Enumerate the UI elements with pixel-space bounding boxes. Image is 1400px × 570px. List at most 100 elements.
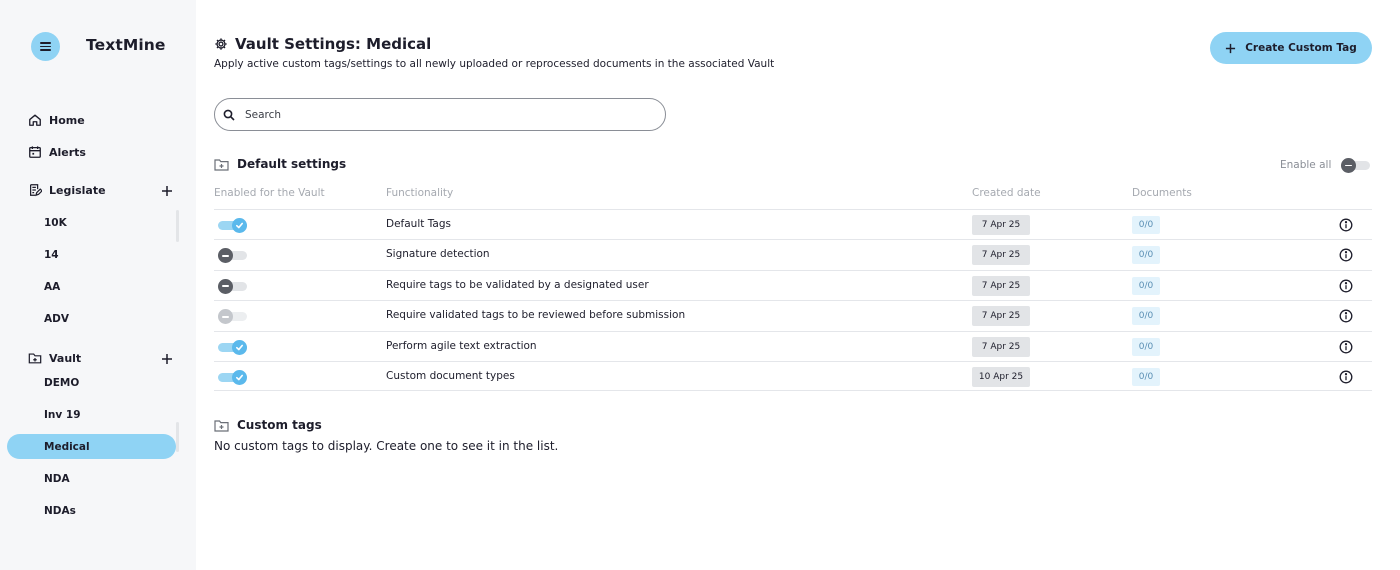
column-header-functionality: Functionality	[386, 187, 454, 199]
sidebar: TextMine Home Alerts Legislate 10K 14 AA…	[0, 0, 196, 570]
table-row: Require validated tags to be reviewed be…	[214, 300, 1372, 330]
info-icon[interactable]	[1339, 248, 1353, 262]
nav-alerts[interactable]: Alerts	[28, 145, 86, 159]
legislate-item[interactable]: 10K	[44, 217, 67, 229]
folder-add-icon	[28, 353, 42, 364]
custom-tags-heading: Custom tags	[214, 418, 322, 432]
minus-icon	[222, 254, 229, 257]
document-edit-icon	[30, 184, 42, 197]
vault-item-active[interactable]: Medical	[44, 441, 90, 453]
nav-home[interactable]: Home	[28, 113, 85, 127]
home-icon	[29, 114, 41, 126]
nav-vault-label: Vault	[49, 351, 82, 365]
vault-scrollbar[interactable]	[176, 422, 179, 452]
nav-legislate[interactable]: Legislate	[28, 183, 106, 197]
created-date-badge: 7 Apr 25	[972, 336, 1030, 357]
documents-count-badge: 0/0	[1132, 337, 1160, 356]
toggle-knob	[218, 309, 233, 325]
page-title: Vault Settings: Medical	[214, 35, 431, 53]
add-legislate-icon[interactable]	[160, 184, 174, 198]
app-brand: TextMine	[86, 36, 166, 54]
toggle-knob	[218, 248, 233, 264]
column-header-created-date: Created date	[972, 187, 1041, 199]
create-custom-tag-button[interactable]: Create Custom Tag	[1210, 32, 1372, 64]
search-icon	[223, 109, 235, 121]
default-settings-title: Default settings	[237, 157, 347, 171]
enable-all-label: Enable all	[1280, 159, 1332, 171]
functionality-label: Require tags to be validated by a design…	[386, 278, 649, 291]
folder-icon	[214, 158, 229, 171]
enable-toggle[interactable]	[218, 309, 247, 325]
documents-count-badge: 0/0	[1132, 276, 1160, 295]
custom-tags-empty-message: No custom tags to display. Create one to…	[214, 439, 559, 453]
main-content: Vault Settings: Medical Apply active cus…	[196, 0, 1400, 570]
toggle-knob	[232, 218, 247, 233]
documents-count-badge: 0/0	[1132, 216, 1160, 234]
create-custom-tag-label: Create Custom Tag	[1245, 42, 1357, 54]
nav-alerts-label: Alerts	[49, 145, 86, 159]
nav-legislate-label: Legislate	[49, 183, 106, 197]
enable-all-toggle[interactable]	[1341, 158, 1371, 173]
active-vault-highlight	[7, 434, 176, 459]
plus-icon	[1226, 43, 1236, 53]
legislate-scrollbar[interactable]	[176, 210, 179, 242]
gear-icon	[215, 38, 227, 50]
created-date-badge: 10 Apr 25	[972, 367, 1030, 387]
vault-item[interactable]: Inv 19	[44, 409, 81, 421]
functionality-label: Require validated tags to be reviewed be…	[386, 309, 686, 322]
created-date-badge: 7 Apr 25	[972, 215, 1030, 235]
legislate-item[interactable]: AA	[44, 281, 60, 293]
created-date-badge: 7 Apr 25	[972, 245, 1030, 266]
column-header-documents: Documents	[1132, 187, 1192, 199]
search-input[interactable]	[245, 108, 645, 121]
search-box[interactable]	[214, 98, 666, 131]
table-row: Perform agile text extraction 7 Apr 25 0/0	[214, 330, 1372, 361]
nav-vault[interactable]: Vault	[28, 351, 81, 365]
menu-button[interactable]	[31, 32, 60, 61]
enable-toggle[interactable]	[218, 278, 247, 294]
info-icon[interactable]	[1339, 309, 1353, 323]
info-icon[interactable]	[1339, 279, 1353, 293]
check-icon	[235, 222, 244, 229]
add-vault-icon[interactable]	[160, 352, 174, 366]
documents-count-badge: 0/0	[1132, 246, 1160, 265]
calendar-icon	[29, 146, 41, 158]
table-row: Default Tags 7 Apr 25 0/0	[214, 209, 1372, 239]
functionality-label: Perform agile text extraction	[386, 339, 537, 352]
vault-item[interactable]: NDA	[44, 473, 70, 485]
info-icon[interactable]	[1339, 218, 1353, 232]
enable-toggle[interactable]	[218, 370, 247, 385]
check-icon	[235, 344, 244, 350]
page-title-text: Vault Settings: Medical	[235, 35, 432, 53]
info-icon[interactable]	[1339, 370, 1353, 384]
folder-icon	[214, 419, 229, 432]
created-date-badge: 7 Apr 25	[972, 306, 1030, 327]
enable-toggle[interactable]	[218, 218, 247, 233]
toggle-knob	[218, 278, 233, 294]
toggle-knob	[232, 339, 247, 355]
nav-home-label: Home	[49, 113, 85, 127]
minus-icon	[222, 315, 229, 318]
documents-count-badge: 0/0	[1132, 307, 1160, 326]
hamburger-icon	[40, 42, 51, 51]
custom-tags-title: Custom tags	[237, 418, 322, 432]
table-row: Custom document types 10 Apr 25 0/0	[214, 361, 1372, 391]
check-icon	[235, 374, 244, 381]
enable-all: Enable all	[1280, 158, 1371, 173]
vault-item[interactable]: DEMO	[44, 377, 79, 389]
minus-icon	[222, 285, 229, 288]
functionality-label: Custom document types	[386, 370, 515, 382]
page-subtitle: Apply active custom tags/settings to all…	[214, 58, 775, 70]
legislate-item[interactable]: 14	[44, 249, 59, 261]
functionality-label: Default Tags	[386, 218, 451, 230]
enable-toggle[interactable]	[218, 248, 247, 264]
enable-toggle[interactable]	[218, 339, 247, 355]
created-date-badge: 7 Apr 25	[972, 275, 1030, 296]
vault-item[interactable]: NDAs	[44, 505, 76, 517]
info-icon[interactable]	[1339, 340, 1353, 354]
table-row: Signature detection 7 Apr 25 0/0	[214, 239, 1372, 269]
documents-count-badge: 0/0	[1132, 368, 1160, 386]
toggle-knob	[232, 370, 247, 385]
functionality-label: Signature detection	[386, 248, 490, 261]
legislate-item[interactable]: ADV	[44, 313, 69, 325]
